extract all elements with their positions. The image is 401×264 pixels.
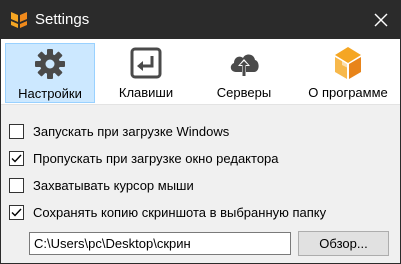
option-label: Запускать при загрузке Windows	[33, 123, 230, 139]
option-skip-editor[interactable]: Пропускать при загрузке окно редактора	[9, 149, 279, 167]
option-label: Пропускать при загрузке окно редактора	[33, 150, 279, 166]
option-label: Захватывать курсор мыши	[33, 177, 194, 193]
settings-tabs: Настройки Клавиши Серверы О программе	[1, 39, 400, 105]
checkmark-icon	[11, 208, 22, 217]
tab-label: О программе	[308, 85, 388, 100]
checkmark-icon	[11, 154, 22, 163]
cloud-upload-icon	[227, 46, 261, 80]
tab-label: Клавиши	[118, 85, 174, 100]
option-label: Сохранять копию скриншота в выбранную па…	[33, 204, 327, 220]
tab-servers[interactable]: Серверы	[202, 43, 286, 103]
close-button[interactable]	[362, 1, 400, 39]
checkbox[interactable]	[9, 150, 24, 166]
option-save-copy[interactable]: Сохранять копию скриншота в выбранную па…	[9, 203, 326, 221]
tab-settings[interactable]: Настройки	[5, 43, 95, 103]
enter-key-icon	[129, 46, 163, 80]
settings-window: Settings Настройки Клавиши Серверы О про…	[0, 0, 401, 264]
app-logo-icon	[331, 46, 365, 80]
checkbox[interactable]	[9, 123, 24, 139]
tab-label: Настройки	[18, 86, 82, 101]
title-bar[interactable]: Settings	[1, 1, 400, 39]
option-capture-cursor[interactable]: Захватывать курсор мыши	[9, 176, 194, 194]
tab-label: Серверы	[216, 85, 272, 100]
checkbox[interactable]	[9, 204, 24, 220]
gear-icon	[33, 47, 67, 81]
app-logo-icon	[10, 11, 28, 29]
save-folder-path-input[interactable]	[29, 232, 291, 255]
general-options-panel: Запускать при загрузке Windows Пропускат…	[1, 106, 400, 263]
option-run-at-startup[interactable]: Запускать при загрузке Windows	[9, 122, 229, 140]
browse-button[interactable]: Обзор...	[298, 231, 389, 256]
window-title: Settings	[35, 11, 90, 28]
tab-hotkeys[interactable]: Клавиши	[104, 43, 188, 103]
tab-about[interactable]: О программе	[298, 43, 398, 103]
checkbox[interactable]	[9, 177, 24, 193]
close-icon	[374, 13, 388, 27]
